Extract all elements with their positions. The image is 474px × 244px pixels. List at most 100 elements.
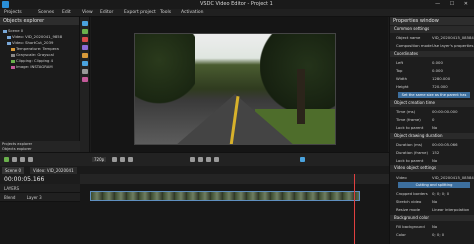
video-preview[interactable] bbox=[134, 33, 336, 145]
playhead[interactable] bbox=[354, 174, 355, 244]
timeline-clip[interactable] bbox=[90, 191, 360, 201]
tab-objects-explorer[interactable]: Objects explorer bbox=[2, 147, 32, 151]
property-value[interactable]: 00:00:05.066 bbox=[432, 142, 458, 147]
property-value[interactable]: 0 bbox=[432, 117, 434, 122]
add-object-icon[interactable] bbox=[82, 29, 88, 34]
shape-icon[interactable] bbox=[82, 61, 88, 66]
menu-edit[interactable]: Edit bbox=[62, 10, 71, 15]
property-value[interactable]: VID_20200415_085848 bbox=[432, 35, 474, 40]
tool-icon[interactable] bbox=[190, 157, 195, 162]
property-value[interactable]: No bbox=[432, 199, 437, 204]
property-row[interactable]: Video VID_20200415_085848 bbox=[390, 174, 474, 181]
property-section[interactable]: Coordinates bbox=[390, 50, 474, 58]
property-row[interactable]: Time (ms) 00:00:00.000 bbox=[390, 108, 474, 115]
property-value[interactable]: Linear interpolation bbox=[432, 207, 469, 212]
timeline-ruler[interactable] bbox=[80, 174, 389, 184]
property-value[interactable]: 0; 0; 0; 0 bbox=[432, 191, 449, 196]
record-icon[interactable] bbox=[82, 37, 88, 42]
property-row[interactable]: Object name VID_20200415_085848 bbox=[390, 34, 474, 41]
video-icon bbox=[7, 41, 11, 45]
property-row[interactable]: Duration (ms) 00:00:05.066 bbox=[390, 141, 474, 148]
text-icon[interactable] bbox=[82, 45, 88, 50]
tool-icon[interactable] bbox=[206, 157, 211, 162]
tool-icon[interactable] bbox=[128, 157, 133, 162]
property-section[interactable]: Video object settings bbox=[390, 165, 474, 173]
property-row[interactable]: Height 720.000 bbox=[390, 83, 474, 90]
tree-item-temperature[interactable]: Temperature: Tempera bbox=[11, 46, 59, 51]
property-row[interactable]: Width 1280.000 bbox=[390, 75, 474, 82]
properties-window: Properties window Common settings Object … bbox=[389, 17, 474, 244]
stop-icon[interactable] bbox=[12, 157, 17, 162]
property-value[interactable]: VID_20200415_085848 bbox=[432, 175, 474, 180]
audio-icon[interactable] bbox=[82, 77, 88, 82]
property-value[interactable]: No bbox=[432, 224, 437, 229]
transport-bar: 720p bbox=[0, 152, 389, 166]
tool-icon[interactable] bbox=[112, 157, 117, 162]
property-row[interactable]: Composition mode Use layer's properties bbox=[390, 42, 474, 49]
effect-icon bbox=[11, 47, 15, 51]
property-key: Fill background bbox=[396, 223, 425, 229]
menu-scenes[interactable]: Scenes bbox=[38, 10, 54, 15]
zoom-select[interactable]: 720p bbox=[92, 157, 107, 162]
property-value[interactable]: No bbox=[432, 158, 437, 163]
prev-frame-icon[interactable] bbox=[20, 157, 25, 162]
menu-export-project[interactable]: Export project bbox=[124, 10, 156, 15]
property-value[interactable]: 720.000 bbox=[432, 84, 448, 89]
tree-item-clipping[interactable]: Clipping: Clipping 4 bbox=[11, 58, 53, 63]
property-value[interactable]: 152 bbox=[432, 150, 439, 155]
pointer-icon[interactable] bbox=[82, 21, 88, 26]
play-icon[interactable] bbox=[4, 157, 9, 162]
property-row[interactable]: Cropped borders 0; 0; 0; 0 bbox=[390, 190, 474, 197]
volume-icon[interactable] bbox=[300, 157, 305, 162]
property-row[interactable]: Left 0.000 bbox=[390, 59, 474, 66]
property-value[interactable]: 00:00:00.000 bbox=[432, 109, 458, 114]
property-row[interactable]: Color 0; 0; 0 bbox=[390, 231, 474, 238]
property-row[interactable]: Resize mode Linear interpolation bbox=[390, 206, 474, 213]
property-action-button[interactable]: Set the same size as the parent has bbox=[398, 91, 470, 98]
tool-icon[interactable] bbox=[120, 157, 125, 162]
tree-item-scene[interactable]: Scene 0 bbox=[3, 28, 23, 33]
property-value[interactable]: 0.000 bbox=[432, 60, 443, 65]
property-value[interactable]: Use layer's properties bbox=[432, 43, 473, 48]
tab-scene-0[interactable]: Scene 0 bbox=[2, 167, 25, 174]
menu-tools[interactable]: Tools bbox=[160, 10, 171, 15]
property-row[interactable]: Top 0.000 bbox=[390, 67, 474, 74]
property-row[interactable]: Duration (frame) 152 bbox=[390, 149, 474, 156]
property-section[interactable]: Object creation time bbox=[390, 99, 474, 107]
property-key: Lock to parent bbox=[396, 158, 424, 164]
property-value[interactable]: 0; 0; 0 bbox=[432, 232, 444, 237]
menu-projects[interactable]: Projects bbox=[4, 10, 22, 15]
property-section[interactable]: Common settings bbox=[390, 26, 474, 33]
window-controls[interactable]: — ☐ ✕ bbox=[435, 1, 472, 7]
property-row[interactable]: Stretch video No bbox=[390, 198, 474, 205]
menu-view[interactable]: View bbox=[82, 10, 93, 15]
tree-item-grayscale[interactable]: Grayscale: Grayscal bbox=[11, 52, 54, 57]
menu-editor[interactable]: Editor bbox=[100, 10, 113, 15]
property-section[interactable]: Object drawing duration bbox=[390, 132, 474, 140]
property-value[interactable]: 0.000 bbox=[432, 68, 443, 73]
chart-icon[interactable] bbox=[82, 69, 88, 74]
property-key: Object name bbox=[396, 35, 421, 41]
property-section[interactable]: Background color bbox=[390, 214, 474, 222]
explorer-tabs: Projects explorer Objects explorer bbox=[0, 141, 80, 152]
image-tool-icon[interactable] bbox=[82, 53, 88, 58]
tree-item-video-2[interactable]: Video: ShortCut_2039 bbox=[7, 40, 53, 45]
tree-item-video[interactable]: Video: VID_2020041_9858 bbox=[7, 34, 62, 39]
property-value[interactable]: No bbox=[432, 125, 437, 130]
tool-icon[interactable] bbox=[198, 157, 203, 162]
tree-item-image[interactable]: Image: INSTAGRAM bbox=[11, 64, 53, 69]
property-action-button[interactable]: Cutting and splitting bbox=[398, 181, 470, 188]
next-frame-icon[interactable] bbox=[28, 157, 33, 162]
property-row[interactable]: Time (frame) 0 bbox=[390, 116, 474, 123]
tab-video-object[interactable]: Video: VID_2020041 bbox=[30, 167, 77, 174]
property-row[interactable]: Fill background No bbox=[390, 223, 474, 230]
property-row[interactable]: Lock to parent No bbox=[390, 124, 474, 131]
tab-projects-explorer[interactable]: Projects explorer bbox=[2, 142, 32, 146]
tool-icon[interactable] bbox=[214, 157, 219, 162]
property-key: Cropped borders bbox=[396, 191, 428, 196]
menu-activation[interactable]: Activation bbox=[181, 10, 204, 15]
track-layer-3[interactable]: Blend Layer 3 bbox=[0, 193, 80, 202]
property-value[interactable]: 1280.000 bbox=[432, 76, 450, 81]
property-row[interactable]: Lock to parent No bbox=[390, 157, 474, 164]
effect-icon bbox=[11, 53, 15, 57]
